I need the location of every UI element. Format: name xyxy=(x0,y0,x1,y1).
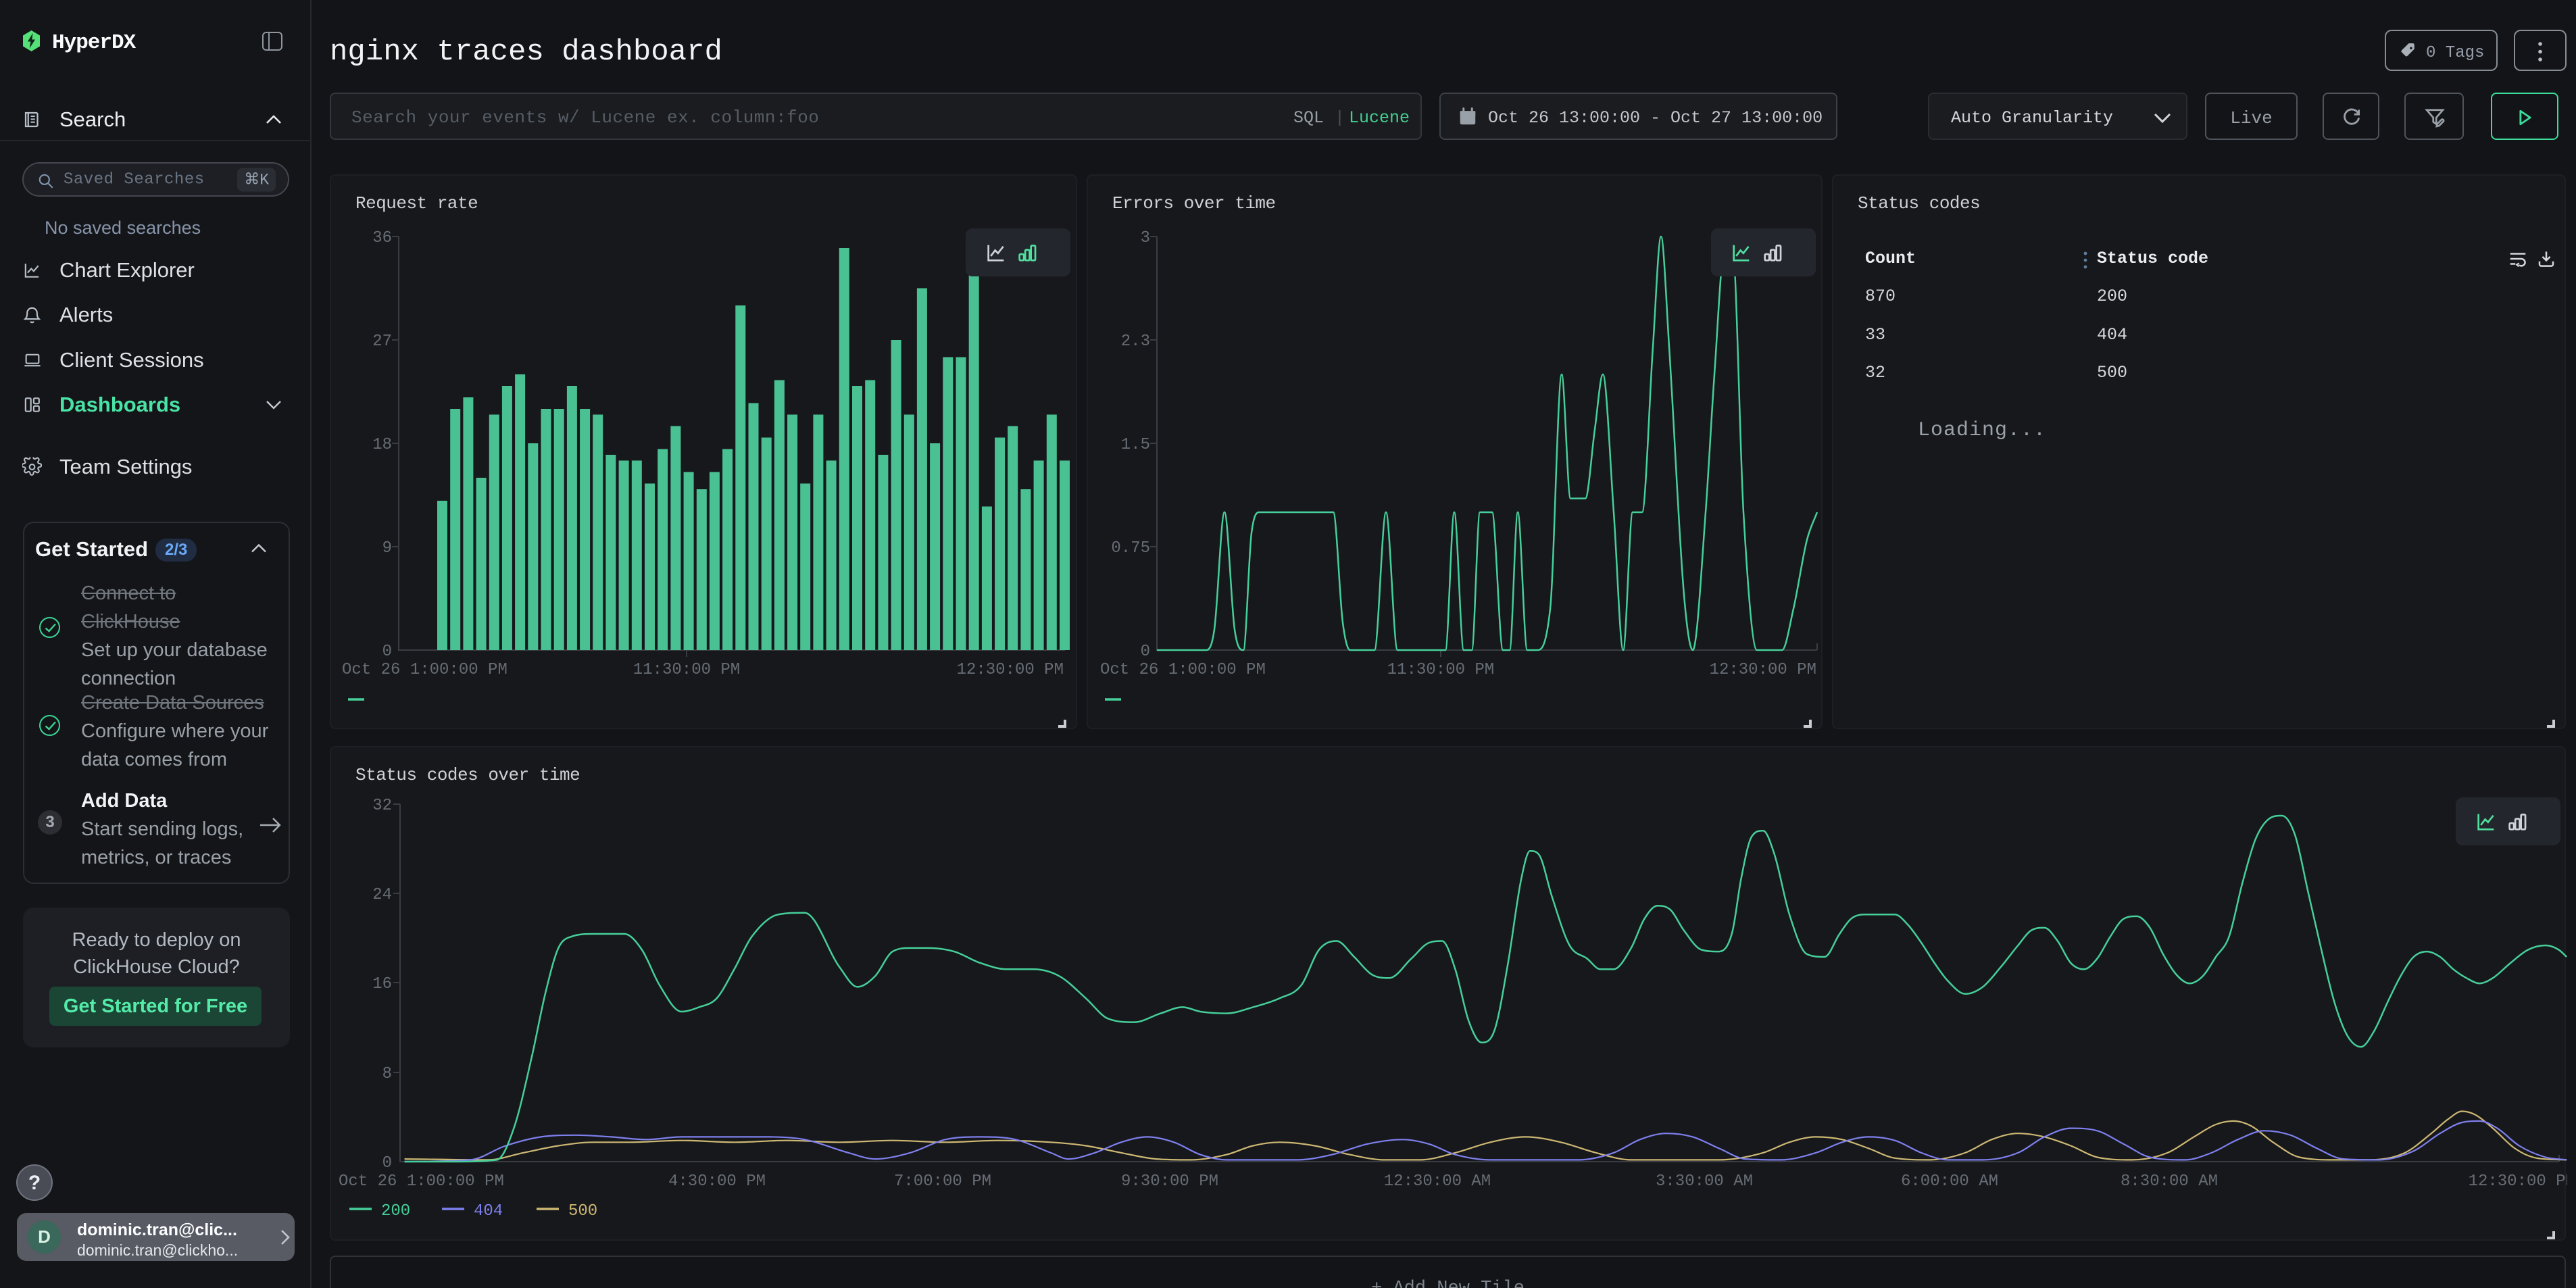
svg-text:Oct 26 1:00:00 PM: Oct 26 1:00:00 PM xyxy=(1100,661,1266,679)
svg-text:11:30:00 PM: 11:30:00 PM xyxy=(633,661,740,679)
svg-text:Oct 26 1:00:00 PM: Oct 26 1:00:00 PM xyxy=(339,1172,504,1191)
svg-text:6:00:00 AM: 6:00:00 AM xyxy=(1901,1172,1998,1191)
svg-text:9: 9 xyxy=(382,539,392,558)
svg-text:27: 27 xyxy=(372,332,392,351)
svg-text:16: 16 xyxy=(372,975,392,993)
svg-text:12:30:00 PM: 12:30:00 PM xyxy=(2469,1172,2567,1191)
svg-text:12:30:00 PM: 12:30:00 PM xyxy=(957,661,1064,679)
svg-text:11:30:00 PM: 11:30:00 PM xyxy=(1387,661,1494,679)
svg-text:9:30:00 PM: 9:30:00 PM xyxy=(1121,1172,1218,1191)
svg-text:0.75: 0.75 xyxy=(1111,539,1150,558)
svg-text:8: 8 xyxy=(382,1065,392,1083)
svg-text:12:30:00 PM: 12:30:00 PM xyxy=(1710,661,1816,679)
svg-text:0: 0 xyxy=(382,643,392,661)
svg-text:24: 24 xyxy=(372,886,392,904)
svg-text:404: 404 xyxy=(474,1202,503,1220)
svg-text:0: 0 xyxy=(1141,643,1150,661)
svg-text:200: 200 xyxy=(381,1202,410,1220)
svg-text:18: 18 xyxy=(372,436,392,454)
svg-text:500: 500 xyxy=(568,1202,597,1220)
svg-text:32: 32 xyxy=(372,797,392,815)
svg-text:36: 36 xyxy=(372,229,392,247)
svg-text:3: 3 xyxy=(1141,229,1150,247)
svg-text:0: 0 xyxy=(382,1154,392,1172)
svg-text:7:00:00 PM: 7:00:00 PM xyxy=(894,1172,991,1191)
svg-text:8:30:00 AM: 8:30:00 AM xyxy=(2121,1172,2218,1191)
svg-text:3:30:00 AM: 3:30:00 AM xyxy=(1656,1172,1753,1191)
svg-text:1.5: 1.5 xyxy=(1121,436,1150,454)
svg-text:Oct 26 1:00:00 PM: Oct 26 1:00:00 PM xyxy=(342,661,507,679)
svg-text:12:30:00 AM: 12:30:00 AM xyxy=(1384,1172,1491,1191)
svg-text:4:30:00 PM: 4:30:00 PM xyxy=(668,1172,766,1191)
svg-text:2.3: 2.3 xyxy=(1121,332,1150,351)
